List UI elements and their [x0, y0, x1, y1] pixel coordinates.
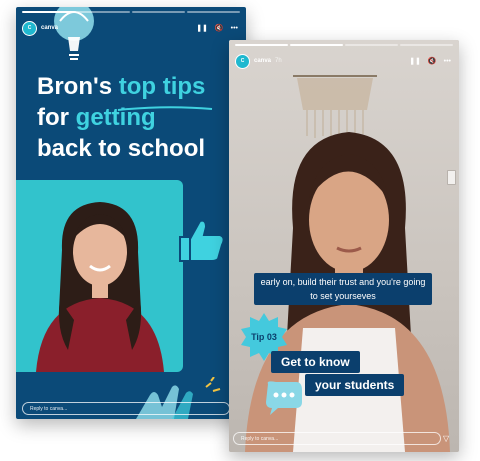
- story-headline: Bron's top tips for getting back to scho…: [37, 73, 206, 162]
- video-caption: early on, build their trust and you're g…: [254, 273, 432, 305]
- story-header: C canva ❚❚ 🔇 •••: [22, 19, 238, 37]
- sparkle-icon: [205, 377, 221, 392]
- story-header: C canva 7h ❚❚ 🔇 •••: [235, 52, 451, 70]
- lightbulb-icon: [54, 7, 94, 60]
- tip-title-line2: your students: [305, 374, 405, 396]
- presenter-photo: [16, 180, 183, 372]
- pause-icon[interactable]: ❚❚: [196, 25, 208, 32]
- account-name[interactable]: canva: [41, 25, 58, 31]
- avatar[interactable]: C: [22, 20, 37, 36]
- mute-icon[interactable]: 🔇: [215, 25, 224, 32]
- reply-input[interactable]: Reply to canva...: [22, 402, 230, 415]
- reply-placeholder: Reply to canva...: [241, 435, 279, 442]
- mute-icon[interactable]: 🔇: [428, 58, 437, 65]
- send-icon[interactable]: ▽: [443, 434, 449, 443]
- avatar[interactable]: C: [235, 53, 250, 69]
- presenter-illustration: [36, 202, 164, 372]
- story-card-left[interactable]: C canva ❚❚ 🔇 ••• Bron's top tips for get…: [16, 7, 246, 419]
- more-icon[interactable]: •••: [231, 25, 238, 32]
- reply-input[interactable]: Reply to canva...: [233, 432, 441, 445]
- story-progress: [22, 11, 240, 13]
- underline-decoration: [117, 106, 213, 111]
- speech-bubble-icon: [266, 381, 302, 415]
- pause-icon[interactable]: ❚❚: [409, 58, 421, 65]
- account-name[interactable]: canva: [254, 58, 271, 64]
- thumbs-up-icon: [179, 219, 225, 262]
- reply-placeholder: Reply to canva...: [30, 405, 68, 412]
- more-icon[interactable]: •••: [444, 58, 451, 65]
- tip-title-line1: Get to know: [271, 351, 360, 373]
- post-time: 7h: [275, 58, 282, 64]
- story-progress: [235, 44, 453, 46]
- story-card-right[interactable]: C canva 7h ❚❚ 🔇 ••• early on, build thei…: [229, 40, 459, 452]
